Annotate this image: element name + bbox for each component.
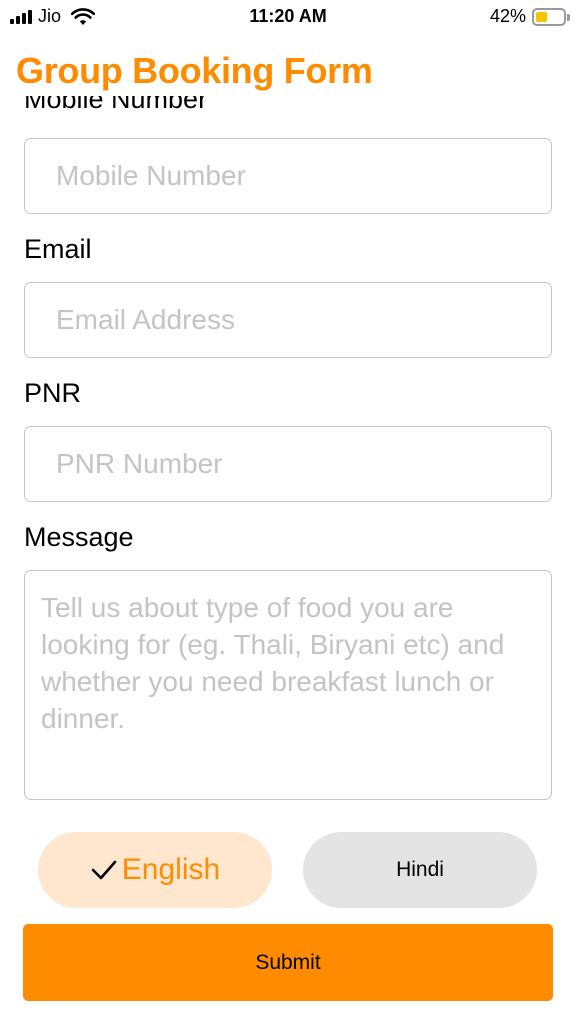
- email-field[interactable]: [24, 282, 552, 358]
- status-bar: Jio 11:20 AM 42%: [0, 0, 576, 34]
- form-scroll-area[interactable]: Mobile Number Email PNR Message: [0, 96, 576, 816]
- pnr-field[interactable]: [24, 426, 552, 502]
- email-input[interactable]: [25, 283, 551, 357]
- submit-label: Submit: [255, 950, 321, 974]
- message-label: Message: [24, 522, 134, 552]
- mobile-label: Mobile Number: [24, 96, 208, 114]
- submit-button[interactable]: Submit: [23, 924, 553, 1001]
- status-right: 42%: [489, 6, 570, 27]
- language-english-label: English: [121, 853, 221, 886]
- language-hindi-label: Hindi: [396, 858, 444, 881]
- battery-percent: 42%: [489, 6, 526, 26]
- pnr-input[interactable]: [25, 427, 551, 501]
- page-title: Group Booking Form: [16, 50, 576, 96]
- mobile-field[interactable]: [24, 138, 552, 214]
- mobile-input[interactable]: [25, 139, 551, 213]
- checkmark-icon: [91, 860, 117, 880]
- pnr-label: PNR: [24, 378, 82, 408]
- message-field[interactable]: [24, 570, 552, 800]
- language-hindi-button[interactable]: Hindi: [303, 832, 537, 908]
- message-textarea[interactable]: [25, 571, 551, 799]
- language-english-button[interactable]: English: [38, 832, 272, 908]
- battery-fill: [536, 11, 547, 22]
- battery-icon: [532, 7, 570, 26]
- email-label: Email: [24, 234, 92, 264]
